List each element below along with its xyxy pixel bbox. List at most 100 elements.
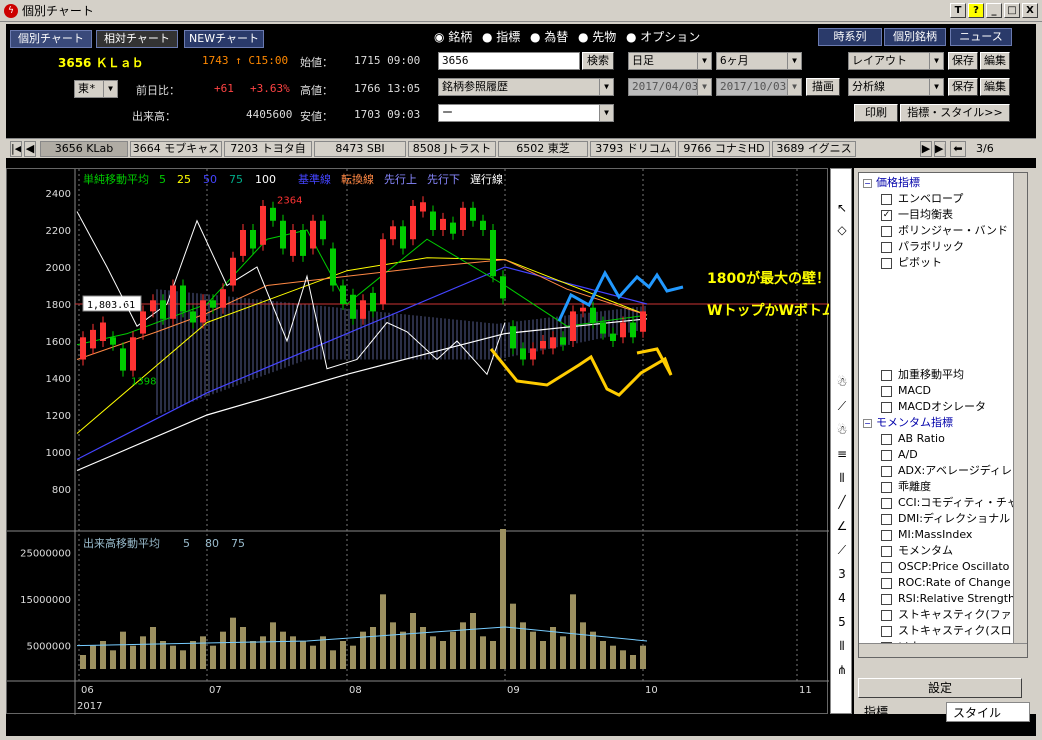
indicator-item[interactable]: ボリンジャー・バンド [881, 223, 1008, 239]
checkbox-icon[interactable] [881, 193, 892, 205]
checkbox-icon[interactable]: ✓ [881, 209, 892, 221]
indicator-item[interactable]: ストキャスティク(スロ [881, 623, 1012, 639]
wave3-icon[interactable]: 3 [833, 565, 851, 583]
first-tab-icon[interactable]: |◀ [10, 141, 22, 157]
checkbox-icon[interactable] [881, 225, 892, 237]
radio-futures[interactable]: ● 先物 [578, 28, 616, 45]
indicator-item[interactable]: ✓ 一目均衡表 [881, 207, 953, 223]
indicator-item[interactable]: エンベロープ [881, 191, 963, 207]
indicator-item[interactable]: モメンタム [881, 543, 953, 559]
radio-fx[interactable]: ● 為替 [530, 28, 568, 45]
wave5-icon[interactable]: 5 [833, 613, 851, 631]
checkbox-icon[interactable] [881, 385, 892, 397]
back-arrow-icon[interactable]: ⬅ [950, 141, 966, 157]
span-select[interactable]: 6ヶ月 ▼ [716, 52, 802, 70]
radio-symbol[interactable]: ◉ 銘柄 [434, 28, 472, 45]
collapse-icon[interactable]: − [863, 418, 872, 428]
indicator-item[interactable]: ADX:アベレージディレ [881, 463, 1012, 479]
tab-stock[interactable]: 8508 Jトラスト [408, 141, 496, 157]
indicator-style-button[interactable]: 指標・スタイル>> [900, 104, 1010, 122]
line-tool-icon[interactable]: ╱ [833, 493, 851, 511]
radio-options[interactable]: ● オプション [626, 28, 700, 45]
checkbox-icon[interactable] [881, 577, 892, 589]
news-button[interactable]: ニュース [950, 28, 1012, 46]
indicator-item[interactable]: ストキャスティク(ファ [881, 607, 1012, 623]
radio-indicator[interactable]: ● 指標 [482, 28, 520, 45]
save-analysis-button[interactable]: 保存 [948, 78, 978, 96]
indicator-item[interactable]: パラボリック [881, 239, 964, 255]
person-icon[interactable]: ☃ [833, 373, 851, 391]
tab-stock[interactable]: 8473 SBI [314, 141, 406, 157]
angle-icon[interactable]: ∠ [833, 517, 851, 535]
indicator-item[interactable]: MACDオシレータ [881, 399, 986, 415]
new-chart-button[interactable]: NEWチャート [184, 30, 264, 48]
individual-stock-button[interactable]: 個別銘柄 [884, 28, 946, 46]
tab-stock[interactable]: 3793 ドリコム [590, 141, 676, 157]
market-select[interactable]: 東* ▼ [74, 80, 118, 98]
timeseries-button[interactable]: 時系列 [818, 28, 882, 46]
indicator-item[interactable]: A/D [881, 447, 918, 463]
indicator-item[interactable]: CCI:コモディティ・チャ [881, 495, 1018, 511]
checkbox-icon[interactable] [881, 497, 892, 509]
tab-stock[interactable]: 6502 東芝 [498, 141, 588, 157]
checkbox-icon[interactable] [881, 481, 892, 493]
checkbox-icon[interactable] [881, 561, 892, 573]
indicator-group[interactable]: − 価格指標 [863, 175, 920, 191]
checkbox-icon[interactable] [881, 401, 892, 413]
interval-select[interactable]: 日足 ▼ [628, 52, 712, 70]
checkbox-icon[interactable] [881, 241, 892, 253]
layout-select[interactable]: レイアウト ▼ [848, 52, 944, 70]
settings-button[interactable]: 設定 [858, 678, 1022, 698]
tab-style[interactable]: スタイル [946, 702, 1030, 722]
tab-stock[interactable]: 3689 イグニス [772, 141, 856, 157]
minimize-button[interactable]: _ [986, 3, 1002, 18]
tab-indicator[interactable]: 指標 [858, 702, 942, 722]
checkbox-icon[interactable] [881, 593, 892, 605]
cursor-icon[interactable]: ↖ [833, 199, 851, 217]
code-input[interactable]: 3656 [438, 52, 580, 70]
tab-stock[interactable]: 3656 KLab [40, 141, 128, 157]
checkbox-icon[interactable] [881, 369, 892, 381]
edit-analysis-button[interactable]: 編集 [980, 78, 1010, 96]
checkbox-icon[interactable] [881, 625, 892, 637]
maximize-button[interactable]: □ [1004, 3, 1020, 18]
tab-stock[interactable]: 3664 モブキャス [130, 141, 222, 157]
indicator-item[interactable]: 乖離度 [881, 479, 931, 495]
bars-icon[interactable]: ⫴ [833, 469, 851, 487]
indicator-item[interactable]: ROC:Rate of Change [881, 575, 1011, 591]
print-button[interactable]: 印刷 [854, 104, 898, 122]
eraser-icon[interactable]: ◇ [833, 221, 851, 239]
font-button[interactable]: T [950, 3, 966, 18]
checkbox-icon[interactable] [881, 257, 892, 269]
fib-icon[interactable]: ☃ [833, 421, 851, 439]
checkbox-icon[interactable] [881, 545, 892, 557]
relative-chart-button[interactable]: 相対チャート [96, 30, 178, 48]
blank-select[interactable]: ー ▼ [438, 104, 614, 122]
checkbox-icon[interactable] [881, 449, 892, 461]
indicator-group[interactable]: − モメンタム指標 [863, 415, 953, 431]
indicator-item[interactable]: MI:MassIndex [881, 527, 972, 543]
chart-canvas[interactable]: 2400 2200 2000 1800 1600 1400 1200 1000 800 06 07 0… [7, 169, 920, 715]
gantt-icon[interactable]: ⫴ [833, 637, 851, 655]
indicator-item[interactable]: ピボット [881, 255, 942, 271]
indicator-scrollbar[interactable] [1013, 173, 1027, 657]
indicator-item[interactable]: OSCP:Price Oscillato [881, 559, 1009, 575]
channel-icon[interactable]: ≡ [833, 445, 851, 463]
save-layout-button[interactable]: 保存 [948, 52, 978, 70]
search-button[interactable]: 検索 [582, 52, 614, 70]
indicator-item[interactable]: DMI:ディレクショナル [881, 511, 1010, 527]
chart-area[interactable]: 2400 2200 2000 1800 1600 1400 1200 1000 800 06 07 0… [6, 168, 920, 715]
draw-button[interactable]: 描画 [806, 78, 840, 96]
last-tab-icon[interactable]: ▶| [934, 141, 946, 157]
indicator-hscrollbar[interactable] [859, 643, 1027, 657]
analysis-select[interactable]: 分析線 ▼ [848, 78, 944, 96]
individual-chart-button[interactable]: 個別チャート [10, 30, 92, 48]
tab-stock[interactable]: 9766 コナミHD [678, 141, 770, 157]
history-select[interactable]: 銘柄参照履歴 ▼ [438, 78, 614, 96]
indicator-item[interactable]: RSI:Relative Strength [881, 591, 1015, 607]
next-tab-icon[interactable]: ▶ [920, 141, 932, 157]
ray-icon[interactable]: ⟋ [833, 541, 851, 559]
checkbox-icon[interactable] [881, 465, 892, 477]
help-button[interactable]: ? [968, 3, 984, 18]
checkbox-icon[interactable] [881, 433, 892, 445]
